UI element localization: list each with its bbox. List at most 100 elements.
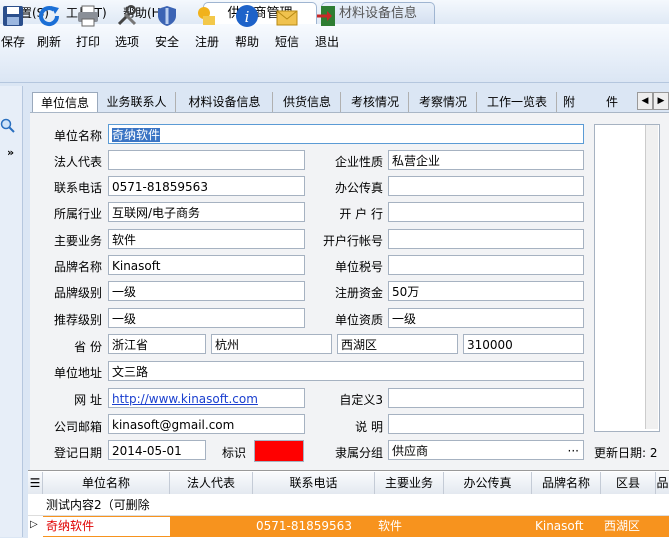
col-more[interactable]: 品 <box>656 472 669 494</box>
tools-icon <box>117 5 137 26</box>
svg-text:i: i <box>245 8 250 26</box>
brand-level-field[interactable]: 一级 <box>108 281 305 301</box>
tab-attachment[interactable]: 附 <box>558 92 580 112</box>
col-district[interactable]: 区县 <box>601 472 656 494</box>
col-legal-rep[interactable]: 法人代表 <box>170 472 253 494</box>
email-label: 公司邮箱 <box>53 420 102 434</box>
tab-scroll-left[interactable]: ◀ <box>637 92 653 110</box>
refresh-button[interactable]: 刷新 <box>32 2 66 56</box>
address-label: 单位地址 <box>53 366 102 380</box>
industry-field[interactable]: 互联网/电子商务 <box>108 202 305 222</box>
brand-field[interactable]: Kinasoft <box>108 255 305 275</box>
tab-materials[interactable]: 材料设备信息 <box>177 92 273 112</box>
district-field[interactable]: 西湖区 <box>337 334 458 354</box>
mark-color-swatch[interactable] <box>254 440 304 462</box>
capital-label: 注册资金 <box>334 286 383 300</box>
photo-panel-scrollbar[interactable] <box>645 125 658 429</box>
fax-field[interactable] <box>388 176 584 196</box>
row2-brand: Kinasoft <box>535 519 584 533</box>
recommend-level-label: 推荐级别 <box>53 313 102 327</box>
industry-label: 所属行业 <box>53 207 102 221</box>
website-field[interactable]: http://www.kinasoft.com <box>108 388 305 408</box>
qualification-label: 单位资质 <box>334 313 383 327</box>
grid-select-all[interactable]: ☰ <box>28 472 43 494</box>
email-field[interactable]: kinasoft@gmail.com <box>108 414 305 434</box>
refresh-icon <box>39 6 60 26</box>
row1-unit-name: 测试内容2（可删除 <box>46 498 150 512</box>
postcode-field[interactable]: 310000 <box>463 334 584 354</box>
reg-date-field[interactable]: 2014-05-01 <box>108 440 206 460</box>
address-field[interactable]: 文三路 <box>108 361 584 381</box>
fax-label: 办公传真 <box>334 181 383 195</box>
exit-icon <box>317 6 335 26</box>
print-button[interactable]: 打印 <box>71 2 105 56</box>
bank-account-field[interactable] <box>388 229 584 249</box>
custom3-field[interactable] <box>388 388 584 408</box>
register-icon <box>198 7 215 25</box>
note-label: 说 明 <box>355 420 383 434</box>
company-type-label: 企业性质 <box>334 155 383 169</box>
tax-field[interactable] <box>388 255 584 275</box>
printer-icon <box>78 5 98 27</box>
row2-district: 西湖区 <box>604 519 641 533</box>
expand-icon[interactable]: » <box>7 146 14 159</box>
tab-supply-info[interactable]: 供货信息 <box>274 92 341 112</box>
qualification-field[interactable]: 一级 <box>388 308 584 328</box>
tab-unit-info[interactable]: 单位信息 <box>32 92 98 113</box>
phone-field[interactable]: 0571-81859563 <box>108 176 305 196</box>
reg-date-label: 登记日期 <box>53 446 102 460</box>
brand-label: 品牌名称 <box>53 260 102 274</box>
row2-phone: 0571-81859563 <box>256 519 352 533</box>
custom3-label: 自定义3 <box>339 393 383 407</box>
legal-rep-label: 法人代表 <box>53 155 102 169</box>
bank-field[interactable] <box>388 202 584 222</box>
recommend-level-field[interactable]: 一级 <box>108 308 305 328</box>
update-date-label: 更新日期: 2 <box>594 446 658 460</box>
exit-button[interactable]: 退出 <box>310 2 344 56</box>
group-browse-button[interactable]: ··· <box>568 441 579 459</box>
tab-attachment-2[interactable]: 件 <box>600 92 624 112</box>
tab-contacts[interactable]: 业务联系人 <box>98 92 176 112</box>
search-icon[interactable] <box>0 118 16 134</box>
row2-unit-name: 奇纳软件 <box>43 517 170 536</box>
legal-rep-field[interactable] <box>108 150 305 170</box>
row2-business: 软件 <box>378 519 403 533</box>
col-phone[interactable]: 联系电话 <box>253 472 375 494</box>
business-field[interactable]: 软件 <box>108 229 305 249</box>
col-fax[interactable]: 办公传真 <box>444 472 532 494</box>
bank-account-label: 开户行帐号 <box>322 234 383 248</box>
company-type-field[interactable]: 私营企业 <box>388 150 584 170</box>
tab-scroll-right[interactable]: ▶ <box>653 92 669 110</box>
security-button[interactable]: 安全 <box>150 2 184 56</box>
row-pointer-icon: ▷ <box>30 519 38 530</box>
col-brand[interactable]: 品牌名称 <box>532 472 601 494</box>
help-button[interactable]: i 帮助 <box>230 2 264 56</box>
group-field[interactable]: 供应商 ··· <box>388 440 584 460</box>
website-label: 网 址 <box>74 393 102 407</box>
phone-label: 联系电话 <box>53 181 102 195</box>
tab-inspection[interactable]: 考察情况 <box>410 92 477 112</box>
register-button[interactable]: 注册 <box>190 2 224 56</box>
shield-icon <box>158 6 176 26</box>
tax-label: 单位税号 <box>334 260 383 274</box>
save-button[interactable]: 保存 <box>0 2 26 56</box>
bank-label: 开 户 行 <box>339 207 383 221</box>
unit-name-label: 单位名称 <box>53 129 102 143</box>
province-field[interactable]: 浙江省 <box>108 334 206 354</box>
note-field[interactable] <box>388 414 584 434</box>
sms-button[interactable]: 短信 <box>270 2 304 56</box>
tab-assessment[interactable]: 考核情况 <box>342 92 409 112</box>
tab-worklist[interactable]: 工作一览表 <box>478 92 557 112</box>
city-field[interactable]: 杭州 <box>211 334 332 354</box>
info-icon: i <box>236 5 258 27</box>
options-button[interactable]: 选项 <box>110 2 144 56</box>
business-label: 主要业务 <box>53 234 102 248</box>
col-business[interactable]: 主要业务 <box>375 472 444 494</box>
envelope-icon <box>276 10 298 26</box>
brand-level-label: 品牌级别 <box>53 286 102 300</box>
mark-label: 标识 <box>221 446 246 460</box>
province-label: 省 份 <box>74 340 102 354</box>
unit-name-field[interactable]: 奇纳软件 <box>108 124 584 144</box>
capital-field[interactable]: 50万 <box>388 281 584 301</box>
col-unit-name[interactable]: 单位名称 <box>43 472 170 494</box>
